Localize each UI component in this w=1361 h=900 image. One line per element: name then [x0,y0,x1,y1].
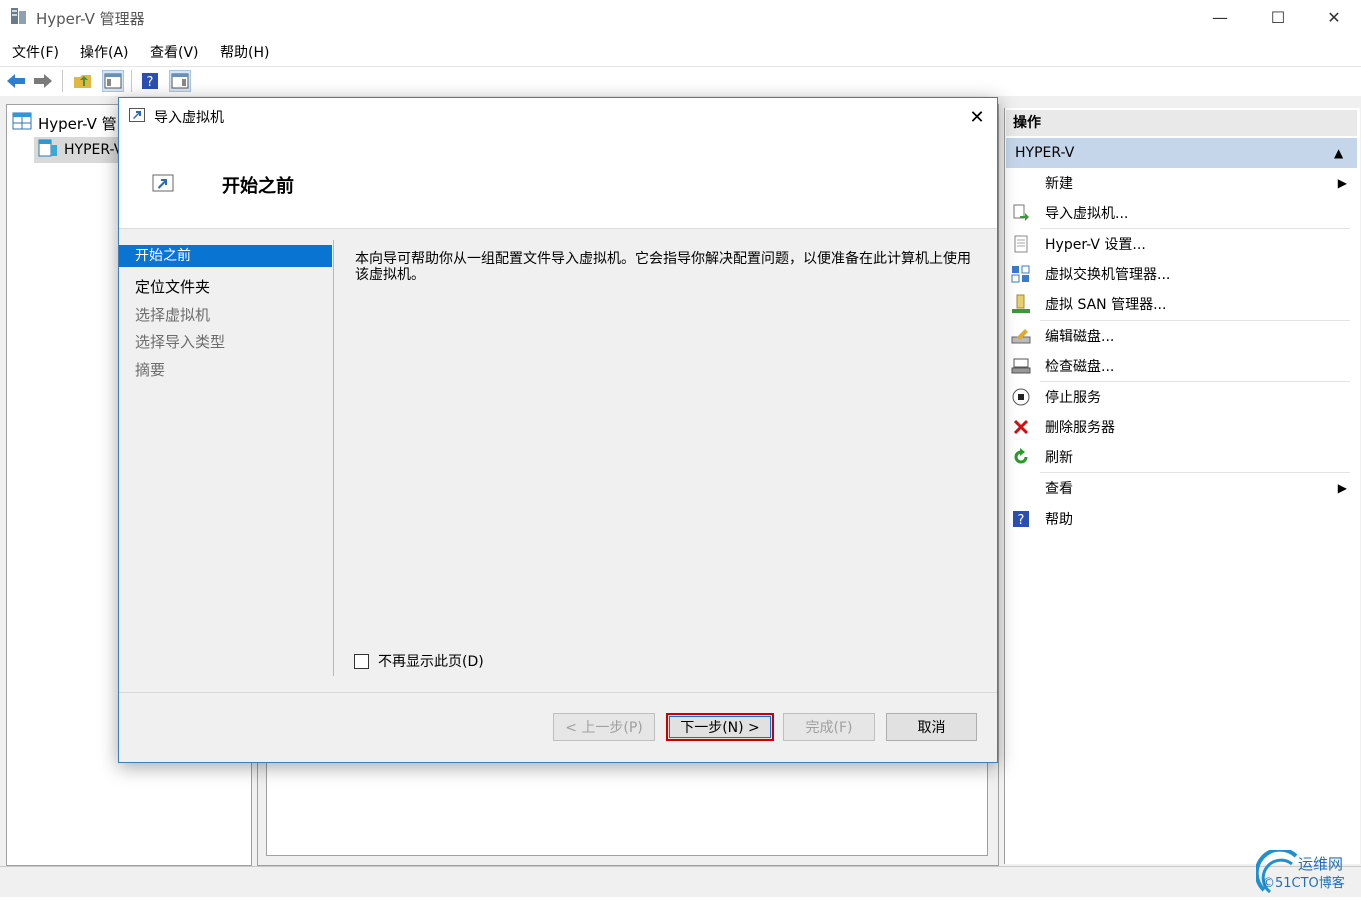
toolbar-separator [62,70,63,92]
tree-node-server-label: HYPER-V [64,142,124,158]
hyperv-manager-icon [10,7,28,25]
wizard-description: 本向导可帮助你从一组配置文件导入虚拟机。它会指导你解决配置问题，以便准备在此计算… [355,251,971,283]
window-title: Hyper-V 管理器 [36,10,145,28]
wizard-step-select-vm: 选择虚拟机 [135,306,211,324]
watermark-text: 运维网 [1298,855,1344,873]
action-virtual-san-manager[interactable]: 虚拟 SAN 管理器... [1010,289,1355,319]
action-virtual-switch-manager[interactable]: 虚拟交换机管理器... [1010,259,1355,289]
menu-action[interactable]: 操作(A) [80,42,129,62]
tree-node-root[interactable]: Hyper-V 管 [12,112,117,134]
window-titlebar [0,0,1361,34]
watermark-subtext: ©51CTO博客 [1262,876,1345,891]
edit-disk-icon [1010,325,1032,347]
submenu-arrow-icon: ▶ [1337,176,1347,190]
action-import-vm[interactable]: 导入虚拟机... [1010,198,1355,228]
action-new[interactable]: 新建 ▶ [1010,168,1355,198]
dialog-footer-separator [119,692,997,693]
action-hyperv-settings[interactable]: Hyper-V 设置... [1010,229,1355,259]
show-hide-console-tree-icon[interactable] [102,70,124,92]
san-icon [1010,293,1032,315]
finish-button[interactable]: 完成(F) [783,713,875,741]
forward-arrow-icon[interactable] [32,70,54,92]
checkbox-box[interactable] [354,653,369,669]
action-help[interactable]: ? 帮助 [1010,504,1355,534]
dialog-close-button[interactable]: ✕ [960,103,994,131]
action-edit-disk[interactable]: 编辑磁盘... [1010,321,1355,351]
hyperv-host-icon [38,139,58,161]
collapse-arrow-icon[interactable]: ▲ [1334,146,1343,160]
wizard-page-heading: 开始之前 [222,176,294,197]
help-icon[interactable]: ? [139,70,161,92]
next-button[interactable]: 下一步(N) > [666,713,774,741]
maximize-button[interactable]: ☐ [1255,0,1301,34]
up-folder-icon[interactable] [72,70,94,92]
dont-show-again-checkbox[interactable]: 不再显示此页(D) [354,651,484,671]
back-arrow-icon[interactable] [5,70,27,92]
inspect-disk-icon [1010,355,1032,377]
menu-bar [0,36,1361,64]
action-refresh[interactable]: 刷新 [1010,442,1355,472]
wizard-nav-separator [333,240,334,676]
menu-view[interactable]: 查看(V) [150,42,199,62]
actions-group-header[interactable]: HYPER-V [1006,138,1357,168]
minimize-button[interactable]: — [1197,0,1243,34]
dialog-title: 导入虚拟机 [154,110,224,126]
action-remove-server[interactable]: 删除服务器 [1010,412,1355,442]
help-icon: ? [1010,508,1032,530]
import-icon [1010,202,1032,224]
tree-node-server[interactable]: HYPER-V [34,137,128,163]
switch-icon [1010,263,1032,285]
status-bar [0,866,1361,897]
svg-text:?: ? [147,75,154,90]
toolbar-separator [131,70,132,92]
wizard-step-summary: 摘要 [135,361,166,379]
import-wizard-icon [152,174,174,192]
wizard-step-locate-folder[interactable]: 定位文件夹 [135,276,210,297]
previous-button[interactable]: < 上一步(P) [553,713,655,741]
submenu-arrow-icon: ▶ [1337,481,1347,495]
details-pane [266,760,988,856]
action-view[interactable]: 查看 ▶ [1010,473,1355,503]
stop-icon [1010,386,1032,408]
action-stop-service[interactable]: 停止服务 [1010,382,1355,412]
import-icon [129,108,145,122]
dont-show-again-label: 不再显示此页(D) [378,654,484,670]
delete-icon [1010,416,1032,438]
svg-text:?: ? [1018,513,1025,528]
menu-help[interactable]: 帮助(H) [220,42,269,62]
tree-node-root-label: Hyper-V 管 [38,114,117,133]
refresh-icon [1010,446,1032,468]
show-hide-action-pane-icon[interactable] [169,70,191,92]
hyperv-server-icon [12,112,32,134]
close-window-button[interactable]: ✕ [1311,0,1357,34]
wizard-step-before-you-begin[interactable]: 开始之前 [119,245,332,267]
menu-file[interactable]: 文件(F) [12,42,59,62]
wizard-step-choose-import-type: 选择导入类型 [135,333,226,351]
dialog-titlebar [119,98,997,134]
settings-icon [1010,233,1032,255]
toolbar [0,66,1361,97]
cancel-button[interactable]: 取消 [886,713,977,741]
actions-header: 操作 [1006,110,1357,136]
action-inspect-disk[interactable]: 检查磁盘... [1010,351,1355,381]
